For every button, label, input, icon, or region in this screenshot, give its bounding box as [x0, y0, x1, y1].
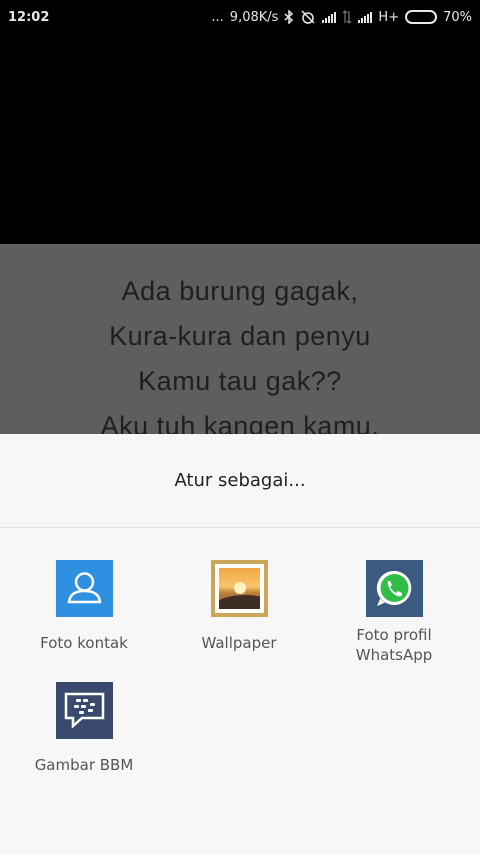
set-as-sheet: Atur sebagai... Foto kontak Wallpaper Fo… [0, 434, 480, 854]
option-whatsapp-profile[interactable]: Foto profil WhatsApp [319, 560, 469, 665]
photo-image: Ada burung gagak, Kura-kura dan penyu Kamu… [0, 244, 480, 434]
options-grid: Foto kontak Wallpaper Foto profil WhatsA… [0, 528, 480, 854]
contact-icon [55, 560, 113, 617]
photo-text-line: Kura-kura dan penyu [109, 321, 371, 351]
whatsapp-icon [365, 560, 423, 617]
bluetooth-icon [284, 10, 294, 24]
sheet-title: Atur sebagai... [0, 434, 480, 528]
option-label: Foto kontak [40, 634, 128, 652]
option-bbm-picture[interactable]: Gambar BBM [9, 682, 159, 775]
wallpaper-icon [210, 560, 268, 617]
notification-dots: ... [211, 9, 224, 25]
option-wallpaper[interactable]: Wallpaper [164, 560, 314, 653]
status-time: 12:02 [8, 9, 50, 25]
signal-strength-2-icon [358, 11, 373, 23]
network-type: H+ [378, 9, 400, 25]
option-contact-photo[interactable]: Foto kontak [9, 560, 159, 653]
photo-text: Ada burung gagak, Kura-kura dan penyu Kamu… [0, 269, 480, 434]
option-label: Gambar BBM [34, 756, 134, 774]
battery-icon [405, 10, 438, 24]
option-label: Wallpaper [201, 634, 277, 652]
photo-text-line: Aku tuh kangen kamu. [100, 411, 380, 434]
image-viewer[interactable]: Ada burung gagak, Kura-kura dan penyu Kamu… [0, 34, 480, 434]
photo-text-line: Ada burung gagak, [121, 276, 359, 306]
photo-text-line: Kamu tau gak?? [138, 366, 342, 396]
bbm-icon [55, 682, 113, 739]
data-transfer-icon [342, 10, 352, 24]
network-speed: 9,08K/s [229, 9, 279, 25]
status-bar: 12:02 ... 9,08K/s H+ 70% [0, 0, 480, 34]
option-label: Foto profil WhatsApp [355, 626, 433, 664]
status-right-group: ... 9,08K/s H+ 70% [211, 10, 472, 24]
signal-strength-icon [322, 11, 337, 23]
battery-percent: 70% [443, 9, 472, 25]
alarm-off-icon [300, 10, 316, 24]
